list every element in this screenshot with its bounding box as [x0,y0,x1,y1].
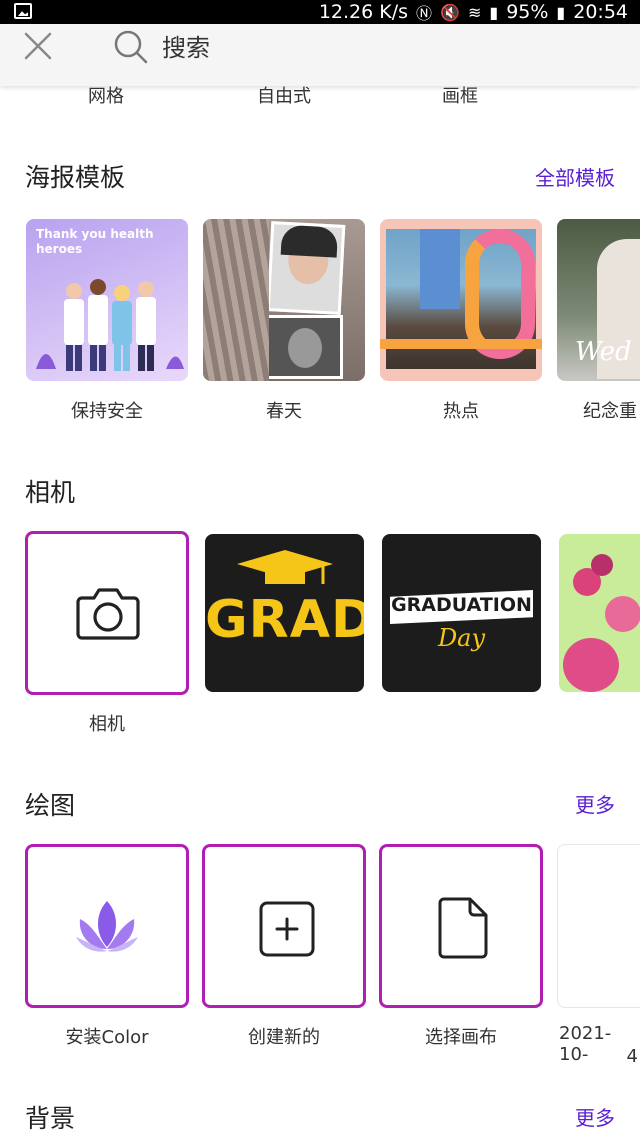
portrait-photo [266,221,346,315]
drawing-section-title: 绘图 [25,791,76,820]
wedding-script-text: Wed [575,337,632,367]
camera-icon [76,588,140,640]
gallery-icon [14,3,32,19]
drawing-more-link[interactable]: 更多 [575,789,615,818]
search-bar: 搜索 [0,24,640,86]
health-heroes-illustration [36,279,184,371]
poster-section-title: 海报模板 [25,163,126,192]
day-script-text: Day [437,624,486,652]
status-bar: 12.26 K/s Ⓝ 🔇 ≋ ▮ 95% ▮ 20:54 [0,0,640,24]
create-new-tile[interactable] [202,844,366,1008]
mute-icon: 🔇 [440,2,460,22]
category-frame[interactable]: 画框 [442,82,478,108]
background-more-link[interactable]: 更多 [575,1102,615,1131]
graduation-text: GRADUATION [391,594,532,616]
create-new-label: 创建新的 [248,1027,320,1048]
grad-sticker-tile[interactable]: GRAD [205,534,364,692]
camera-label: 相机 [89,714,125,735]
search-icon[interactable] [112,28,150,66]
poster-thumb-anniversary[interactable]: Wed [557,219,640,381]
poster-thumb-stay-safe[interactable]: Thank you health heroes [26,219,188,381]
bw-portrait-photo [263,315,343,379]
signal-icon: ▮ [489,2,499,22]
search-input[interactable]: 搜索 [162,28,210,63]
graduation-cap-icon [237,550,333,584]
background-section-title: 背景 [25,1104,76,1133]
document-icon [438,897,488,959]
category-freestyle[interactable]: 自由式 [257,82,311,108]
category-grid[interactable]: 网格 [88,82,124,108]
poster-label-spring: 春天 [266,401,302,422]
plus-square-icon [259,901,315,957]
battery-icon: ▮ [556,2,566,22]
install-color-label: 安装Color [65,1027,149,1048]
network-speed: 12.26 K/s [318,1,409,23]
poster-overlay-text: Thank you health heroes [36,227,154,256]
poster-label-anniversary: 纪念重 [583,401,637,422]
poster-thumb-spring[interactable] [203,219,365,381]
choose-canvas-tile[interactable] [379,844,543,1008]
category-row: 网格 自由式 画框 [0,82,640,110]
recent-drawing-tile[interactable] [557,844,640,1008]
poster-label-hot: 热点 [443,401,479,422]
close-icon[interactable] [22,30,54,62]
lotus-icon [76,901,138,952]
flowers-photo [203,219,269,381]
flowers-sticker-tile[interactable] [559,534,640,692]
choose-canvas-label: 选择画布 [425,1027,497,1048]
all-templates-link[interactable]: 全部模板 [535,162,615,191]
grad-text: GRAD [205,590,364,650]
poster-label-stay-safe: 保持安全 [71,401,143,422]
recent-drawing-label-line2: 4 [626,1046,638,1067]
camera-tile[interactable] [25,531,189,695]
clock: 20:54 [573,1,628,23]
wifi-icon: ≋ [467,2,482,22]
jeans-figure [420,229,460,309]
battery-level: 95% [506,1,549,23]
camera-section-title: 相机 [25,478,76,507]
nfc-icon: Ⓝ [416,4,433,23]
poster-thumb-hot[interactable] [380,219,542,381]
graduation-day-tile[interactable]: GRADUATION Day [382,534,541,692]
install-color-tile[interactable] [25,844,189,1008]
